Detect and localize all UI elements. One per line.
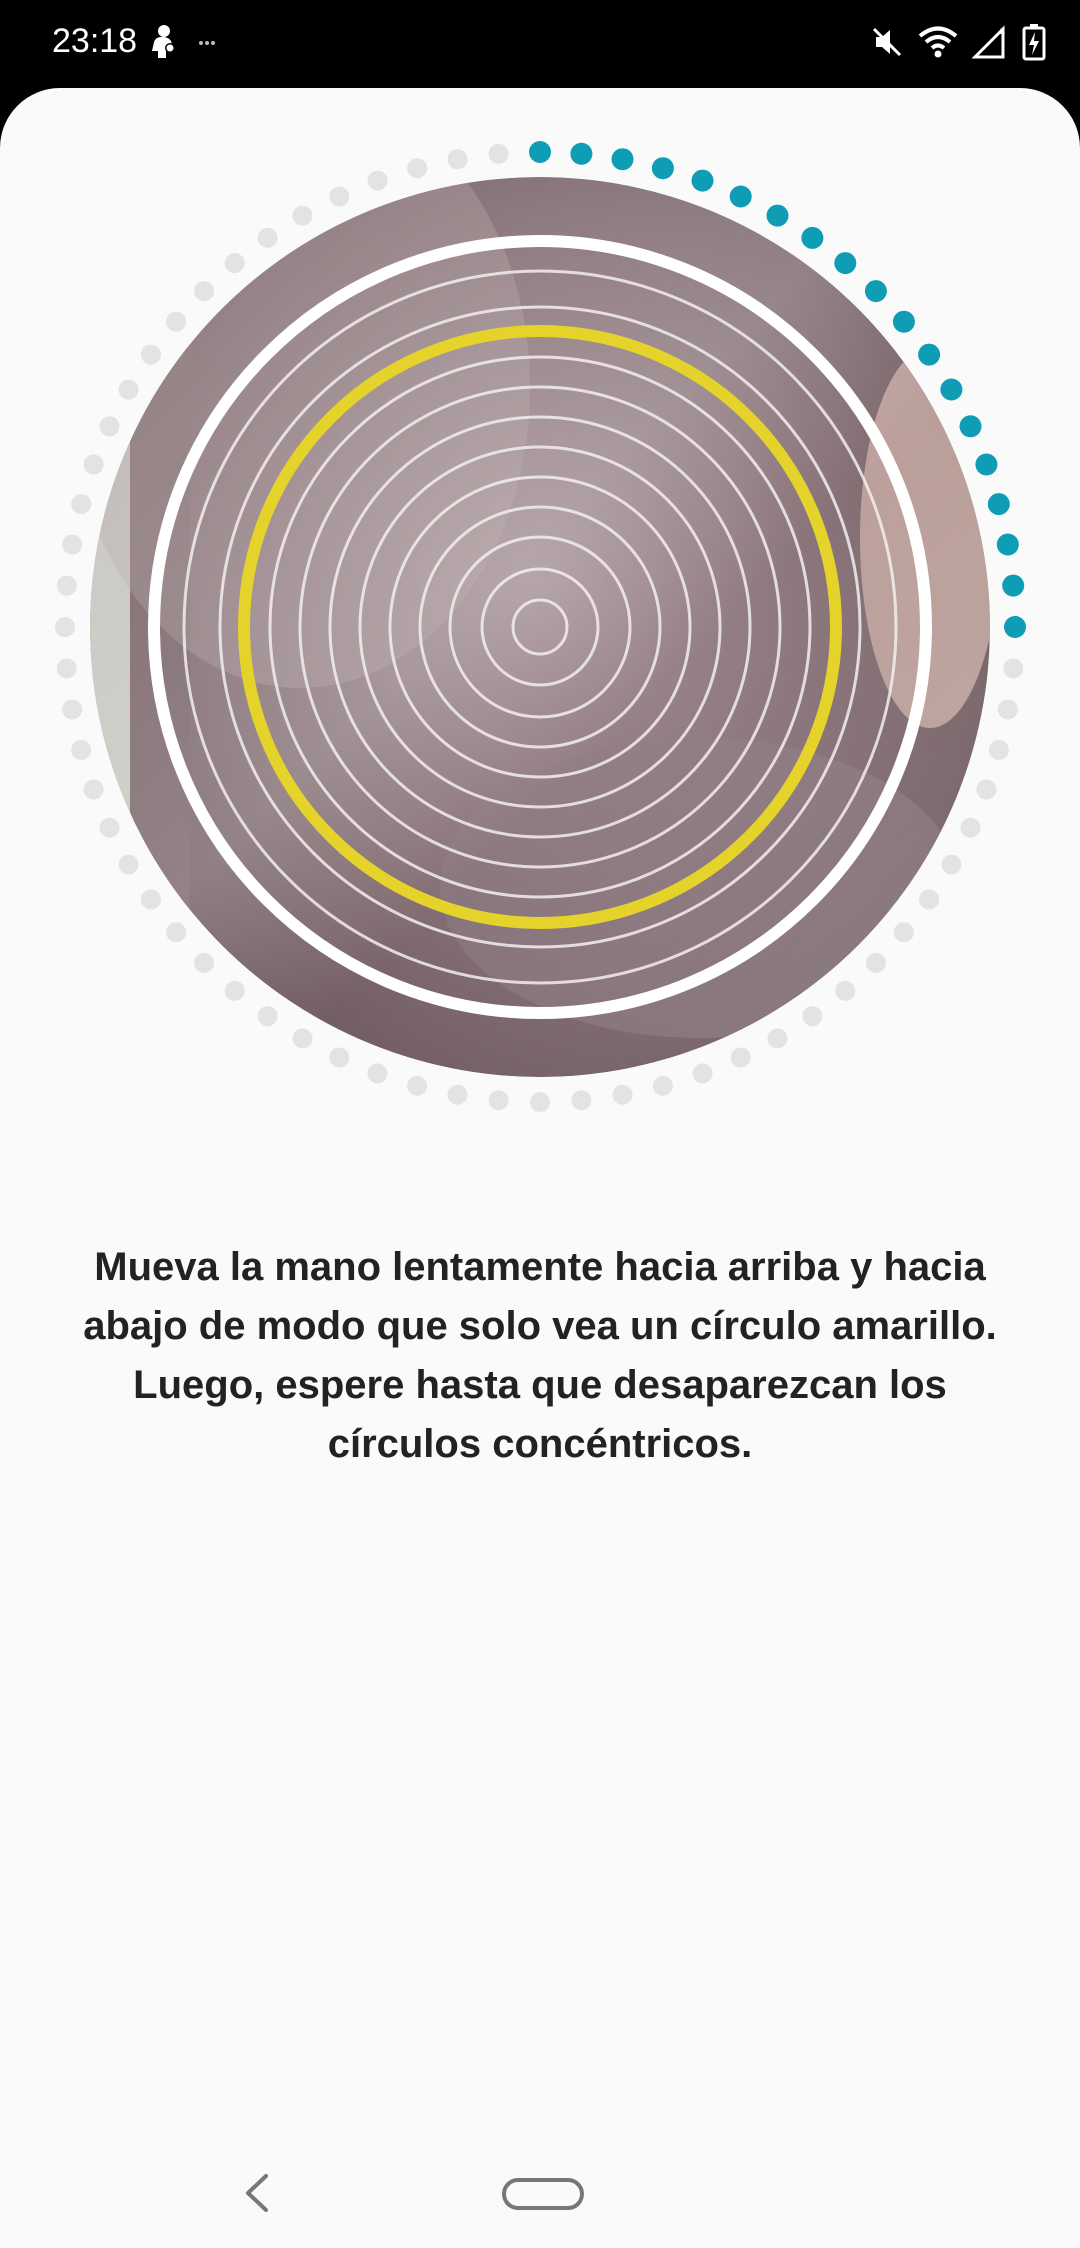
progress-dot-inactive xyxy=(194,281,215,302)
more-notifications-icon xyxy=(198,35,216,53)
progress-dot-inactive xyxy=(447,149,468,170)
palm-scanner xyxy=(55,141,1026,1112)
status-right-icons: x xyxy=(870,20,1046,68)
progress-dot-inactive xyxy=(140,344,161,365)
progress-dot-inactive xyxy=(919,889,940,910)
main-screen: Mueva la mano lentamente hacia arriba y … xyxy=(0,88,1080,2248)
progress-dot-active xyxy=(918,343,941,366)
progress-dot-inactive xyxy=(976,779,997,800)
progress-dot-inactive xyxy=(988,739,1009,760)
progress-dot-inactive xyxy=(194,952,215,973)
progress-dot-active xyxy=(940,378,963,401)
progress-dot-active xyxy=(834,252,857,275)
progress-dot-inactive xyxy=(692,1063,713,1084)
progress-dot-active xyxy=(691,169,714,192)
status-bar: 23:18 x xyxy=(0,0,1080,88)
progress-dot-active xyxy=(729,185,752,208)
battery-charging-icon xyxy=(1022,23,1046,66)
progress-dot-inactive xyxy=(140,889,161,910)
instruction-line-3: Luego, espere hasta que desaparezcan los xyxy=(133,1363,947,1407)
progress-dot-inactive xyxy=(407,158,428,179)
progress-dot-inactive xyxy=(997,699,1018,720)
progress-dot-inactive xyxy=(407,1075,428,1096)
instruction-line-2: abajo de modo que solo vea un círculo am… xyxy=(83,1304,997,1348)
progress-dot-inactive xyxy=(224,980,245,1001)
progress-dot-inactive xyxy=(56,658,77,679)
progress-dot-inactive xyxy=(730,1047,751,1068)
progress-dot-active xyxy=(975,453,998,476)
person-notification-icon xyxy=(148,24,178,65)
progress-dot-inactive xyxy=(99,416,120,437)
status-left-icons xyxy=(148,22,216,66)
progress-dot-active xyxy=(1004,616,1026,638)
progress-dot-inactive xyxy=(71,739,92,760)
svg-text:x: x xyxy=(1000,26,1005,37)
progress-dot-inactive xyxy=(56,575,77,596)
progress-dot-inactive xyxy=(367,170,388,191)
progress-dot-active xyxy=(570,142,593,165)
progress-dot-active xyxy=(766,204,789,227)
progress-dot-active xyxy=(801,226,824,249)
progress-dot-inactive xyxy=(960,817,981,838)
progress-dot-inactive xyxy=(571,1090,592,1111)
progress-dot-inactive xyxy=(118,854,139,875)
progress-dot-inactive xyxy=(292,1028,313,1049)
progress-dot-inactive xyxy=(257,1006,278,1027)
progress-dot-inactive xyxy=(835,980,856,1001)
progress-dot-inactive xyxy=(367,1063,388,1084)
progress-dot-inactive xyxy=(893,922,914,943)
progress-dot-inactive xyxy=(652,1075,673,1096)
back-chevron-icon[interactable] xyxy=(220,2158,290,2228)
status-time: 23:18 xyxy=(52,22,138,60)
progress-dot-active xyxy=(892,310,915,333)
progress-dot-inactive xyxy=(83,779,104,800)
wifi-icon xyxy=(918,25,958,64)
navigation-bar xyxy=(0,2138,1080,2248)
progress-dot-inactive xyxy=(62,699,83,720)
sound-muted-icon xyxy=(870,25,904,64)
progress-dot-inactive xyxy=(71,494,92,515)
progress-dot-inactive xyxy=(224,253,245,274)
progress-dot-inactive xyxy=(488,143,509,164)
progress-dot-active xyxy=(996,533,1019,556)
progress-dot-active xyxy=(959,415,982,438)
instruction-text: Mueva la mano lentamente hacia arriba y … xyxy=(40,1238,1040,1474)
progress-dot-inactive xyxy=(55,617,75,637)
progress-dot-active xyxy=(864,280,887,303)
progress-dot-inactive xyxy=(166,922,187,943)
progress-dot-inactive xyxy=(530,1092,550,1112)
progress-dot-active xyxy=(987,493,1010,516)
instruction-line-4: círculos concéntricos. xyxy=(327,1422,753,1466)
home-pill-icon[interactable] xyxy=(502,2178,584,2210)
progress-dot-inactive xyxy=(612,1084,633,1105)
instruction-line-1: Mueva la mano lentamente hacia arriba y … xyxy=(94,1245,986,1289)
progress-dot-inactive xyxy=(83,454,104,475)
progress-dot-active xyxy=(611,148,634,171)
progress-dot-inactive xyxy=(118,379,139,400)
progress-dot-active xyxy=(1002,574,1025,597)
progress-dot-inactive xyxy=(257,227,278,248)
progress-dot-inactive xyxy=(802,1006,823,1027)
progress-dot-inactive xyxy=(99,817,120,838)
progress-dot-inactive xyxy=(329,1047,350,1068)
progress-dot-inactive xyxy=(767,1028,788,1049)
progress-dot-inactive xyxy=(166,311,187,332)
progress-dot-inactive xyxy=(941,854,962,875)
progress-dot-inactive xyxy=(1003,658,1024,679)
progress-dot-inactive xyxy=(865,952,886,973)
progress-dot-inactive xyxy=(447,1084,468,1105)
progress-dot-active xyxy=(529,141,551,163)
progress-dot-active xyxy=(651,157,674,180)
progress-dot-inactive xyxy=(62,534,83,555)
progress-dot-inactive xyxy=(329,186,350,207)
cell-signal-icon: x xyxy=(971,24,1008,65)
progress-dot-inactive xyxy=(488,1090,509,1111)
progress-dot-inactive xyxy=(292,205,313,226)
